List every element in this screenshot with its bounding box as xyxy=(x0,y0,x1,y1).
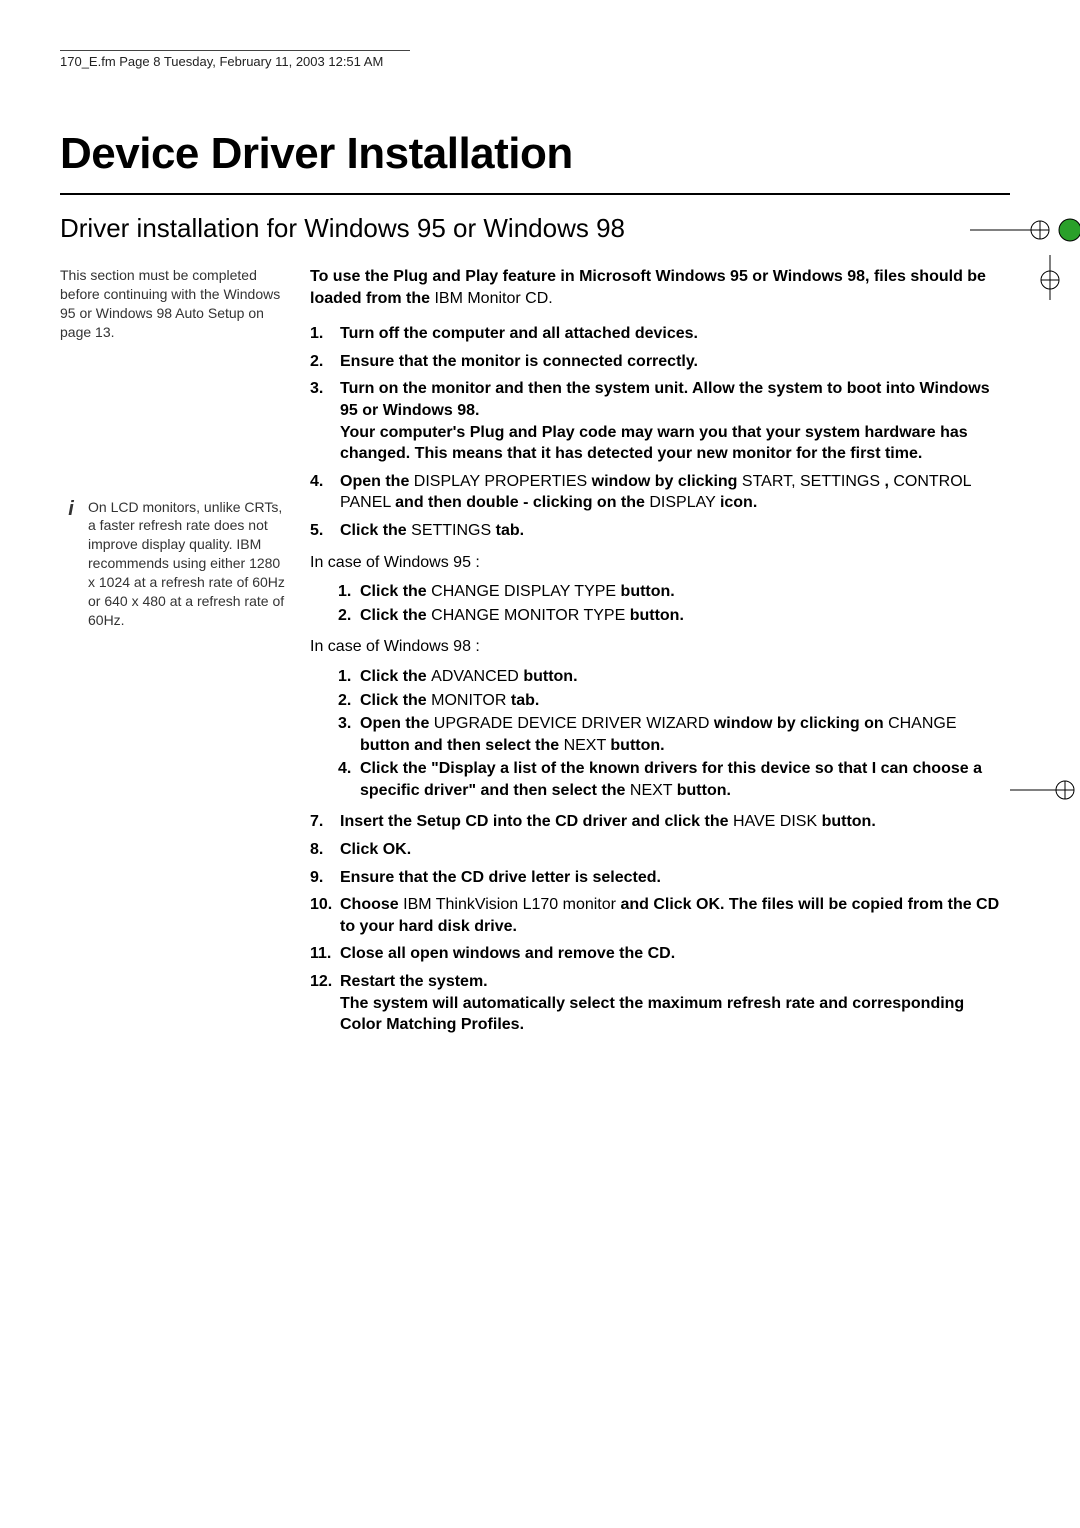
step-4-end: icon. xyxy=(720,494,757,511)
side-note-auto-setup: This section must be completed before co… xyxy=(60,266,288,342)
registration-mark-middle xyxy=(970,760,1080,830)
step-4: 4. Open the DISPLAY PROPERTIES window by… xyxy=(310,471,1010,514)
step-4-disp: DISPLAY xyxy=(649,494,715,511)
step-2-num: 2. xyxy=(310,351,340,373)
c95-2-btn: CHANGE MONITOR TYPE xyxy=(431,607,625,624)
s7-p1: HAVE DISK xyxy=(733,813,817,830)
step-5: 5. Click the SETTINGS tab. xyxy=(310,520,1010,542)
c98-4-num: 4. xyxy=(338,758,360,801)
c98-3-b3: button and then select the xyxy=(360,737,564,754)
case95-step-2: 2. Click the CHANGE MONITOR TYPE button. xyxy=(338,605,1010,627)
c98-3-b1: Open the xyxy=(360,715,434,732)
step-4-dp: DISPLAY PROPERTIES xyxy=(414,473,587,490)
c95-2-pre: Click the xyxy=(360,607,431,624)
case-windows98-heading: In case of Windows 98 : xyxy=(310,636,1010,658)
case98-step-4: 4. Click the "Display a list of the know… xyxy=(338,758,1010,801)
step-9-text: Ensure that the CD drive letter is selec… xyxy=(340,867,1010,889)
info-icon: i xyxy=(60,498,82,520)
c95-1-pre: Click the xyxy=(360,583,431,600)
step-5-num: 5. xyxy=(310,520,340,542)
c98-4-b2: button. xyxy=(677,782,731,799)
page-title: Device Driver Installation xyxy=(60,129,1010,179)
main-column: To use the Plug and Play feature in Micr… xyxy=(310,266,1010,1042)
c98-1-btn: ADVANCED xyxy=(431,668,519,685)
step-5-pre: Click the xyxy=(340,522,411,539)
step-2: 2. Ensure that the monitor is connected … xyxy=(310,351,1010,373)
s10-p1: IBM ThinkVision L170 monitor xyxy=(403,896,616,913)
step-10-num: 10. xyxy=(310,894,340,937)
step-7: 7. Insert the Setup CD into the CD drive… xyxy=(310,811,1010,833)
step-9-num: 9. xyxy=(310,867,340,889)
step-12: 12. Restart the system. The system will … xyxy=(310,971,1010,1036)
c98-1-post: button. xyxy=(523,668,577,685)
case-windows95-heading: In case of Windows 95 : xyxy=(310,552,1010,574)
c98-3-b4: button. xyxy=(610,737,664,754)
step-5-tab: SETTINGS xyxy=(411,522,491,539)
step-4-comma: , xyxy=(884,473,893,490)
step-3-num: 3. xyxy=(310,378,340,464)
step-11-text: Close all open windows and remove the CD… xyxy=(340,943,1010,965)
c98-4-p1: NEXT xyxy=(630,782,672,799)
step-11-num: 11. xyxy=(310,943,340,965)
intro-plain: IBM Monitor CD. xyxy=(434,290,552,307)
running-header: 170_E.fm Page 8 Tuesday, February 11, 20… xyxy=(60,50,410,69)
step-8-num: 8. xyxy=(310,839,340,861)
c98-3-num: 3. xyxy=(338,713,360,756)
s7-b1: Insert the Setup CD into the CD driver a… xyxy=(340,813,733,830)
c95-2-post: button. xyxy=(630,607,684,624)
c98-3-p2: CHANGE xyxy=(888,715,956,732)
section-subtitle: Driver installation for Windows 95 or Wi… xyxy=(60,213,1010,244)
step-4-t1: Open the xyxy=(340,473,414,490)
c98-1-num: 1. xyxy=(338,666,360,688)
step-9: 9. Ensure that the CD drive letter is se… xyxy=(310,867,1010,889)
step-7-num: 7. xyxy=(310,811,340,833)
step-1-text: Turn off the computer and all attached d… xyxy=(340,323,1010,345)
step-4-num: 4. xyxy=(310,471,340,514)
step-2-text: Ensure that the monitor is connected cor… xyxy=(340,351,1010,373)
step-4-start: START, SETTINGS xyxy=(742,473,880,490)
step-3: 3. Turn on the monitor and then the syst… xyxy=(310,378,1010,464)
c98-3-p3: NEXT xyxy=(564,737,606,754)
intro-paragraph: To use the Plug and Play feature in Micr… xyxy=(310,266,1010,309)
step-12-num: 12. xyxy=(310,971,340,1036)
side-note-refresh-text: On LCD monitors, unlike CRTs, a faster r… xyxy=(88,498,288,630)
step-1: 1. Turn off the computer and all attache… xyxy=(310,323,1010,345)
c98-2-post: tab. xyxy=(511,692,539,709)
c98-2-pre: Click the xyxy=(360,692,431,709)
step-3-text: Turn on the monitor and then the system … xyxy=(340,378,1010,464)
step-11: 11. Close all open windows and remove th… xyxy=(310,943,1010,965)
c98-2-num: 2. xyxy=(338,690,360,712)
step-1-num: 1. xyxy=(310,323,340,345)
case95-1-num: 1. xyxy=(338,581,360,603)
s7-b2: button. xyxy=(822,813,876,830)
c95-1-post: button. xyxy=(621,583,675,600)
step-4-t2: window by clicking xyxy=(592,473,742,490)
step-8: 8. Click OK. xyxy=(310,839,1010,861)
case98-step-1: 1. Click the ADVANCED button. xyxy=(338,666,1010,688)
c98-2-btn: MONITOR xyxy=(431,692,506,709)
case95-2-num: 2. xyxy=(338,605,360,627)
s10-b1: Choose xyxy=(340,896,403,913)
side-column: This section must be completed before co… xyxy=(60,266,310,656)
step-12-text: Restart the system. The system will auto… xyxy=(340,971,1010,1036)
step-10: 10. Choose IBM ThinkVision L170 monitor … xyxy=(310,894,1010,937)
c95-1-btn: CHANGE DISPLAY TYPE xyxy=(431,583,616,600)
side-note-refresh: i On LCD monitors, unlike CRTs, a faster… xyxy=(60,498,288,630)
step-8-text: Click OK. xyxy=(340,839,1010,861)
registration-mark-top xyxy=(970,200,1080,270)
c98-3-p1: UPGRADE DEVICE DRIVER WIZARD xyxy=(434,715,710,732)
c98-1-pre: Click the xyxy=(360,668,431,685)
case98-step-2: 2. Click the MONITOR tab. xyxy=(338,690,1010,712)
step-4-t3: and then double - clicking on the xyxy=(395,494,649,511)
intro-bold: To use the Plug and Play feature in Micr… xyxy=(310,268,986,307)
c98-3-b2: window by clicking on xyxy=(714,715,888,732)
title-rule xyxy=(60,193,1010,195)
side-note-autosetup: Auto Setup xyxy=(175,305,244,321)
case98-step-3: 3. Open the UPGRADE DEVICE DRIVER WIZARD… xyxy=(338,713,1010,756)
case95-step-1: 1. Click the CHANGE DISPLAY TYPE button. xyxy=(338,581,1010,603)
step-5-post: tab. xyxy=(496,522,524,539)
